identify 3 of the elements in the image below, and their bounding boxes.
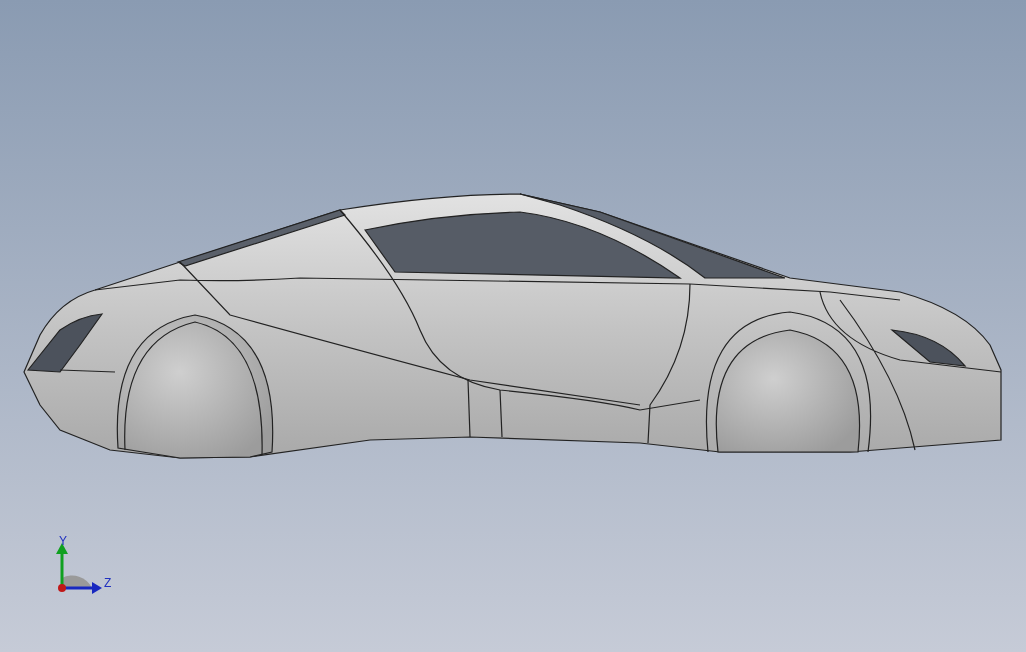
axis-label: Z (104, 576, 112, 590)
axis-label: Y (59, 534, 67, 548)
axis-triad-drawing (56, 543, 102, 594)
